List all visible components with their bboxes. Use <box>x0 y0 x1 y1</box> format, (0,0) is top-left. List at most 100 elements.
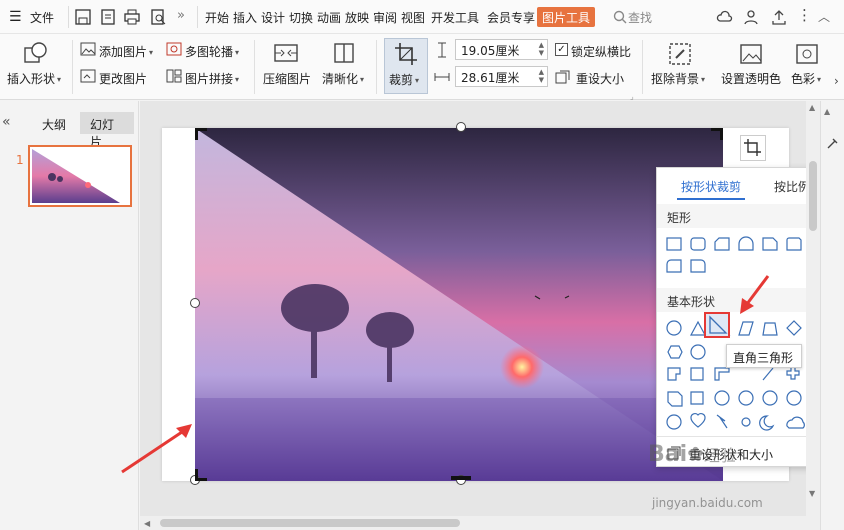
width-stepper[interactable]: ▲ ▼ <box>539 68 544 84</box>
height-value: 19.05厘米 <box>461 44 520 58</box>
slide-thumbnail-image <box>32 149 120 203</box>
remove-background-icon[interactable] <box>668 42 692 66</box>
hamburger-menu-icon[interactable]: ☰ <box>9 9 22 25</box>
set-transparent-icon[interactable] <box>739 42 763 66</box>
tab-slides[interactable]: 幻灯片 <box>80 112 134 149</box>
tab-underline <box>677 198 745 200</box>
add-picture-button[interactable]: 添加图片 ▾ <box>99 43 153 60</box>
remove-background-button[interactable]: 抠除背景 ▾ <box>651 70 705 87</box>
scroll-down-icon[interactable]: ▼ <box>809 489 815 498</box>
lock-ratio-label: 锁定纵横比 <box>571 45 632 59</box>
tab-developer[interactable]: 开发工具 <box>431 9 479 26</box>
collapse-ribbon-icon[interactable]: ︿ <box>818 8 830 25</box>
tab-view[interactable]: 视图 <box>401 9 425 26</box>
search-icon[interactable] <box>613 10 627 24</box>
tab-design[interactable]: 设计 <box>261 9 285 26</box>
upload-icon[interactable] <box>770 8 788 26</box>
compress-picture-button[interactable]: 压缩图片 <box>263 70 311 87</box>
change-picture-button[interactable]: 更改图片 <box>99 70 147 87</box>
color-icon[interactable] <box>795 42 819 66</box>
floating-crop-button[interactable] <box>740 135 766 161</box>
paw-icon: ✿ <box>687 442 704 466</box>
export-pdf-icon[interactable] <box>99 8 117 26</box>
crop-handle-top-left[interactable] <box>195 128 207 140</box>
multi-carousel-button[interactable]: 多图轮播 ▾ <box>185 43 239 60</box>
insert-shape-button[interactable]: 插入形状 ▾ <box>7 70 61 87</box>
insert-shape-icon[interactable] <box>22 40 50 66</box>
right-side-toolbar: ▲ <box>820 101 844 530</box>
tab-insert[interactable]: 插入 <box>233 9 257 26</box>
tab-review[interactable]: 审阅 <box>373 9 397 26</box>
tab-picture-tools[interactable]: 图片工具 <box>537 7 596 27</box>
watermark-logo: Bai✿经验 <box>648 442 736 467</box>
height-icon <box>438 42 446 58</box>
picture-mosaic-icon <box>166 69 182 83</box>
scroll-up-icon[interactable]: ▲ <box>824 107 830 116</box>
tab-slideshow[interactable]: 放映 <box>345 9 369 26</box>
crop-handle-bottom[interactable] <box>451 476 471 480</box>
right-triangle-shape-selected[interactable] <box>704 312 730 338</box>
crop-icon <box>395 43 417 65</box>
more-options-icon[interactable]: ⋮ <box>797 6 812 24</box>
remove-background-label: 抠除背景 <box>651 72 700 86</box>
compress-picture-icon[interactable] <box>273 42 299 64</box>
divider <box>197 6 198 28</box>
scroll-left-icon[interactable]: ◀ <box>144 519 150 528</box>
tab-outline[interactable]: 大纲 <box>42 116 66 133</box>
horizontal-scroll-thumb[interactable] <box>160 519 460 527</box>
dialog-launcher-icon[interactable]: ⌟ <box>630 92 634 101</box>
tab-animation[interactable]: 动画 <box>317 9 341 26</box>
scroll-up-icon[interactable]: ▲ <box>809 103 815 112</box>
print-icon[interactable] <box>123 8 141 26</box>
reset-size-button[interactable]: 重设大小 <box>576 70 624 87</box>
slide-thumbnail[interactable] <box>28 145 132 207</box>
color-button[interactable]: 色彩 ▾ <box>791 70 821 87</box>
color-label: 色彩 <box>791 72 816 86</box>
width-input[interactable]: 28.61厘米 ▲ ▼ <box>455 66 548 87</box>
tab-member[interactable]: 会员专享 <box>487 9 535 26</box>
divider <box>376 40 377 94</box>
reset-size-icon <box>555 70 570 84</box>
crop-icon <box>744 139 761 156</box>
tab-start[interactable]: 开始 <box>205 9 229 26</box>
crop-handle-top-right[interactable] <box>711 128 723 140</box>
crop-label: 裁剪 <box>389 73 414 87</box>
right-triangle-icon <box>709 315 728 334</box>
add-picture-icon <box>80 42 96 56</box>
collapse-panel-icon[interactable]: « <box>2 114 11 130</box>
horizontal-scrollbar[interactable]: ◀ <box>140 516 806 530</box>
search-box[interactable]: 查找 <box>628 9 652 26</box>
insert-shape-label: 插入形状 <box>7 72 56 86</box>
resize-handle-left[interactable] <box>190 298 200 308</box>
set-transparent-button[interactable]: 设置透明色 <box>721 70 781 87</box>
print-preview-icon[interactable] <box>149 8 167 26</box>
ribbon-scroll-right-icon[interactable]: › <box>834 74 839 88</box>
sharpen-button[interactable]: 清晰化 ▾ <box>322 70 364 87</box>
share-user-icon[interactable] <box>743 8 761 26</box>
more-chevron-icon[interactable]: » <box>177 8 185 23</box>
resize-handle-top[interactable] <box>456 122 466 132</box>
vertical-scrollbar[interactable]: ▲ ▼ <box>806 101 820 530</box>
watermark-url: jingyan.baidu.com <box>652 496 763 510</box>
add-picture-label: 添加图片 <box>99 45 148 59</box>
file-menu[interactable]: 文件 <box>30 9 54 26</box>
height-input[interactable]: 19.05厘米 ▲ ▼ <box>455 39 548 60</box>
save-icon[interactable] <box>74 8 92 26</box>
sharpen-icon[interactable] <box>333 42 355 64</box>
red-arrow-annotation <box>121 424 192 474</box>
cloud-sync-icon[interactable] <box>716 8 734 26</box>
picture-mosaic-button[interactable]: 图片拼接 ▾ <box>185 70 239 87</box>
multi-carousel-label: 多图轮播 <box>185 45 234 59</box>
crop-button[interactable]: 裁剪 ▾ <box>389 71 419 88</box>
tab-crop-by-shape[interactable]: 按形状裁剪 <box>681 178 741 195</box>
vertical-scroll-thumb[interactable] <box>809 161 817 231</box>
picture-mosaic-label: 图片拼接 <box>185 72 234 86</box>
slide-number: 1 <box>16 153 24 167</box>
watermark-brand: Bai <box>648 442 688 467</box>
lock-ratio-checkbox[interactable]: ✓ <box>555 43 568 56</box>
tab-transition[interactable]: 切换 <box>289 9 313 26</box>
cropped-triangle-picture[interactable] <box>195 128 723 481</box>
properties-icon[interactable] <box>825 135 841 151</box>
divider <box>68 6 69 28</box>
height-stepper[interactable]: ▲ ▼ <box>539 41 544 57</box>
